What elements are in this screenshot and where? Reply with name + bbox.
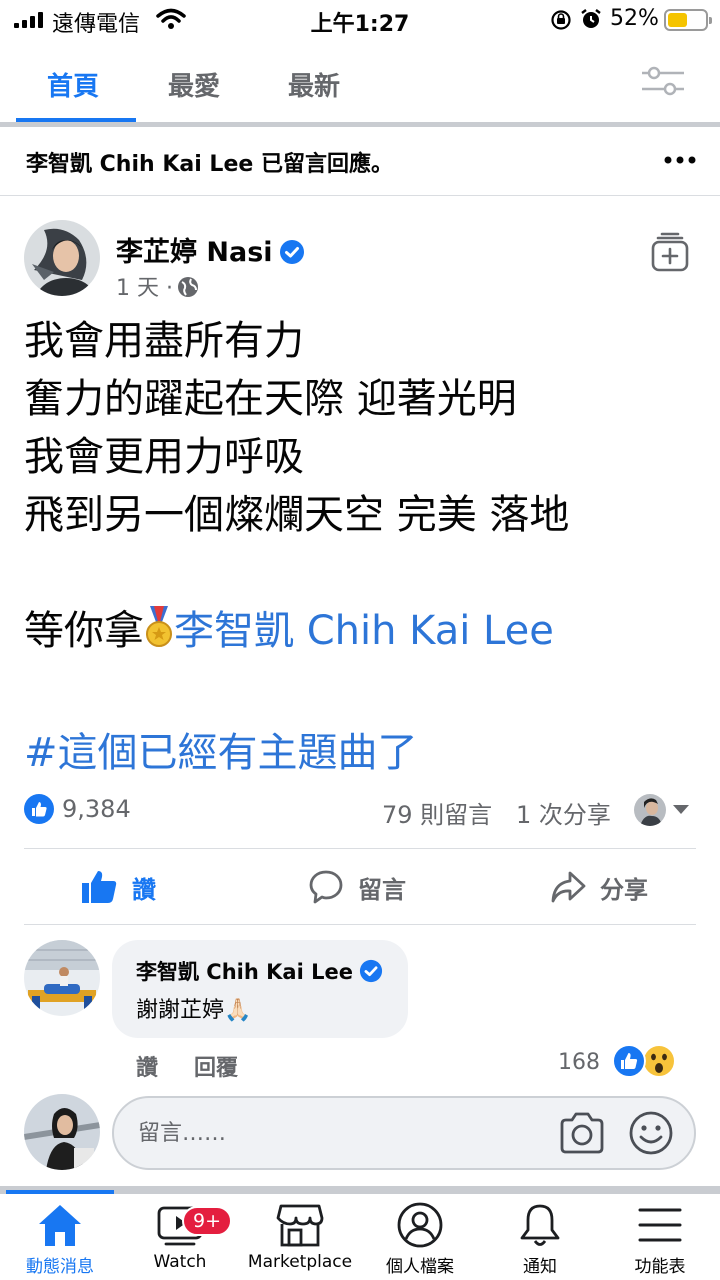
menu-icon [638, 1208, 682, 1242]
thumbs-up-icon [82, 871, 117, 903]
viewer-avatar[interactable] [634, 794, 666, 826]
divider [0, 195, 720, 196]
post-time[interactable]: 1 天 · [116, 276, 173, 301]
post-line: 我會用盡所有力 [24, 318, 304, 364]
like-button-label: 讚 [132, 875, 156, 904]
tab-recent[interactable]: 最新 [288, 66, 340, 103]
verified-badge-icon [279, 240, 304, 264]
globe-icon [177, 277, 198, 297]
nav-item-notifications[interactable]: 通知 [480, 1194, 600, 1280]
home-icon [39, 1205, 81, 1246]
post-author-name[interactable]: 李芷婷 Nasi [116, 237, 273, 268]
share-button-label: 分享 [600, 875, 648, 904]
divider [24, 924, 696, 925]
like-count[interactable]: 9,384 [62, 795, 131, 823]
nav-item-menu[interactable]: 功能表 [600, 1194, 720, 1280]
alarm-icon [581, 9, 601, 28]
comment-button[interactable]: 留言 [308, 862, 406, 912]
active-nav-indicator [6, 1190, 114, 1194]
post-body: 我會用盡所有力 奮力的躍起在天際 迎著光明 我會更用力呼吸 飛到另一個燦爛天空 … [24, 312, 704, 782]
nav-item-news-feed[interactable]: 動態消息 [0, 1190, 120, 1280]
dedication-line: 等你拿 李智凱 Chih Kai Lee [24, 602, 704, 660]
caret-down-icon[interactable] [672, 804, 690, 816]
comment-count[interactable]: 79 則留言 [382, 795, 492, 830]
comment-author[interactable]: 李智凱 Chih Kai Lee [136, 956, 383, 986]
nav-item-profile[interactable]: 個人檔案 [360, 1194, 480, 1280]
commenter-avatar[interactable] [24, 940, 100, 1016]
filter-settings-icon[interactable] [640, 64, 684, 98]
feed-tabs: 首頁 最愛 最新 [0, 40, 720, 124]
status-bar: 遠傳電信 上午1:27 52% [0, 0, 720, 40]
like-button[interactable]: 讚 [80, 862, 156, 912]
comment-author-name[interactable]: 李智凱 Chih Kai Lee [136, 960, 353, 984]
post-meta: 1 天 · [116, 270, 199, 302]
medal-emoji-icon [146, 606, 172, 647]
marketplace-icon [276, 1204, 324, 1247]
profile-icon [397, 1202, 443, 1248]
post-author[interactable]: 李芷婷 Nasi [116, 230, 305, 269]
comment-reply-button[interactable]: 回覆 [194, 1050, 238, 1082]
section-divider [0, 122, 720, 127]
nav-label: 動態消息 [26, 1257, 94, 1277]
post-line: 飛到另一個燦爛天空 完美 落地 [24, 492, 570, 538]
nav-item-marketplace[interactable]: Marketplace [240, 1194, 360, 1280]
comment-button-label: 留言 [358, 875, 406, 904]
dedication-prefix: 等你拿 [24, 608, 144, 654]
tab-favorites[interactable]: 最愛 [168, 66, 220, 103]
nav-label: 功能表 [634, 1257, 686, 1277]
mention-link[interactable]: 李智凱 Chih Kai Lee [174, 608, 554, 654]
add-to-collection-icon[interactable] [650, 232, 690, 272]
battery-percent: 52% [610, 6, 659, 31]
comment-input-box[interactable] [112, 1096, 696, 1170]
nav-label: Watch [153, 1252, 207, 1272]
comment-input[interactable] [138, 1112, 538, 1154]
like-reaction-icon[interactable] [612, 1044, 646, 1078]
like-reaction-icon [24, 794, 54, 824]
nav-label: 通知 [523, 1257, 557, 1277]
tab-home[interactable]: 首頁 [47, 66, 99, 103]
nav-label: 個人檔案 [386, 1257, 454, 1277]
author-avatar[interactable] [24, 220, 100, 296]
comment-reaction-count[interactable]: 168 [558, 1050, 600, 1075]
comment-icon [309, 870, 343, 904]
rotation-lock-icon [551, 10, 571, 30]
comment-text: 謝謝芷婷🙏🏻 [136, 998, 252, 1023]
post-line: 我會更用力呼吸 [24, 434, 304, 480]
divider [24, 848, 696, 849]
comment-bubble: 李智凱 Chih Kai Lee 謝謝芷婷🙏🏻 [112, 940, 408, 1038]
share-icon [551, 871, 586, 903]
bottom-navigation: 動態消息 Watch Marketplace 個人檔案 通知 功能表 [0, 1190, 720, 1280]
nav-label: Marketplace [247, 1252, 353, 1272]
hashtag-link[interactable]: #這個已經有主題曲了 [24, 724, 704, 782]
activity-notice[interactable]: 李智凱 Chih Kai Lee 已留言回應。 [26, 146, 393, 178]
watch-notification-badge: 9+ [182, 1206, 232, 1236]
my-avatar[interactable] [24, 1094, 100, 1170]
share-count[interactable]: 1 次分享 [516, 795, 611, 830]
verified-badge-icon [359, 959, 383, 983]
camera-icon[interactable] [558, 1110, 606, 1156]
post-line: 奮力的躍起在天際 迎著光明 [24, 376, 517, 422]
battery-icon [664, 9, 712, 31]
more-options-icon[interactable] [662, 148, 698, 172]
comment-like-button[interactable]: 讚 [136, 1050, 158, 1082]
wow-reaction-icon[interactable] [642, 1044, 676, 1078]
share-button[interactable]: 分享 [550, 862, 648, 912]
bell-icon [520, 1204, 560, 1246]
emoji-icon[interactable] [628, 1110, 674, 1156]
